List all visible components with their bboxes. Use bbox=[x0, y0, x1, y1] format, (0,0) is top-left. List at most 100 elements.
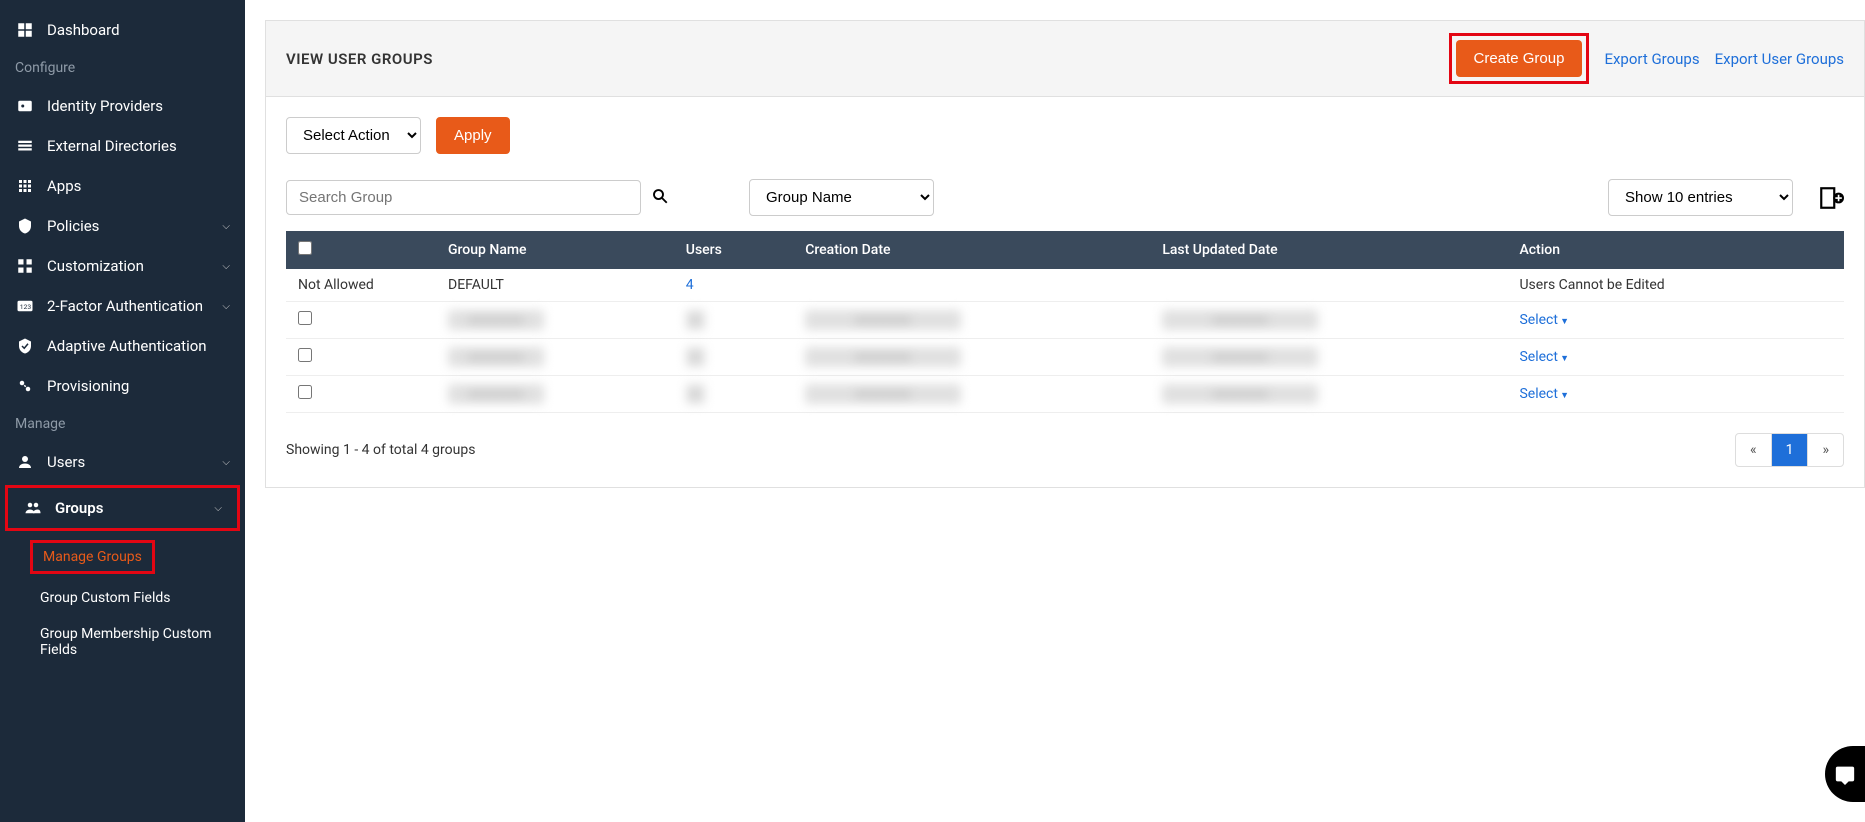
cell-users: x bbox=[674, 302, 793, 339]
sidebar-item-policies[interactable]: Policies ⌵ bbox=[0, 206, 245, 246]
cell-users: x bbox=[674, 339, 793, 376]
section-manage: Manage bbox=[0, 406, 245, 442]
select-all-checkbox[interactable] bbox=[298, 241, 312, 255]
create-group-button[interactable]: Create Group bbox=[1456, 40, 1583, 77]
cell-last-updated bbox=[1150, 269, 1507, 302]
search-icon[interactable] bbox=[651, 187, 669, 209]
users-count-link[interactable]: 4 bbox=[686, 277, 694, 293]
list-icon bbox=[15, 136, 35, 156]
col-action: Action bbox=[1507, 231, 1844, 269]
nav-label: Apps bbox=[47, 177, 230, 195]
entries-wrap: Show 10 entries bbox=[1608, 179, 1844, 216]
dashboard-icon bbox=[15, 20, 35, 40]
nav-label: Policies bbox=[47, 217, 222, 235]
pagination-next[interactable]: » bbox=[1808, 434, 1843, 466]
user-icon bbox=[15, 452, 35, 472]
col-group-name[interactable]: Group Name bbox=[436, 231, 674, 269]
customize-icon bbox=[15, 256, 35, 276]
table-row: xxxxxxxxxxxxxxxxxxxxxxxxxSelect bbox=[286, 376, 1844, 413]
groups-icon bbox=[23, 498, 43, 518]
pagination-page-1[interactable]: 1 bbox=[1772, 434, 1809, 466]
chevron-down-icon: ⌵ bbox=[214, 503, 222, 514]
sidebar-item-external-directories[interactable]: External Directories bbox=[0, 126, 245, 166]
cell-creation-date: xxxxxxxx bbox=[793, 339, 1150, 376]
cell-creation-date bbox=[793, 269, 1150, 302]
filter-by-dropdown[interactable]: Group Name bbox=[749, 179, 934, 216]
col-last-updated[interactable]: Last Updated Date bbox=[1150, 231, 1507, 269]
section-configure: Configure bbox=[0, 50, 245, 86]
row-checkbox[interactable] bbox=[298, 311, 312, 325]
cell-last-updated: xxxxxxxx bbox=[1150, 339, 1507, 376]
cell-group-name: DEFAULT bbox=[436, 269, 674, 302]
sidebar-item-identity-providers[interactable]: Identity Providers bbox=[0, 86, 245, 126]
export-user-groups-link[interactable]: Export User Groups bbox=[1715, 50, 1844, 68]
nav-label: Customization bbox=[47, 257, 222, 275]
row-check-text: Not Allowed bbox=[286, 269, 436, 302]
sidebar-item-users[interactable]: Users ⌵ bbox=[0, 442, 245, 482]
cell-group-name: xxxxxxxx bbox=[436, 339, 674, 376]
sidebar-item-apps[interactable]: Apps bbox=[0, 166, 245, 206]
sidebar-item-adaptive-auth[interactable]: Adaptive Authentication bbox=[0, 326, 245, 366]
groups-table: Group Name Users Creation Date Last Upda… bbox=[286, 231, 1844, 413]
chat-bubble-icon[interactable] bbox=[1825, 746, 1865, 802]
add-column-icon[interactable] bbox=[1818, 185, 1844, 211]
row-action-select[interactable]: Select bbox=[1519, 349, 1569, 365]
sidebar-subitem-group-membership-custom[interactable]: Group Membership Custom Fields bbox=[0, 616, 245, 668]
entries-select[interactable]: Show 10 entries bbox=[1608, 179, 1793, 216]
row-checkbox[interactable] bbox=[298, 348, 312, 362]
shield-check-icon bbox=[15, 336, 35, 356]
table-row: Not AllowedDEFAULT 4 Users Cannot be Edite… bbox=[286, 269, 1844, 302]
summary-text: Showing 1 - 4 of total 4 groups bbox=[286, 442, 475, 458]
panel-body: Select Action Apply Group Name Show bbox=[266, 97, 1864, 487]
search-input[interactable] bbox=[286, 180, 641, 215]
nav-label: Users bbox=[47, 453, 222, 471]
sidebar: Dashboard Configure Identity Providers E… bbox=[0, 0, 245, 822]
filter-row: Group Name Show 10 entries bbox=[286, 179, 1844, 216]
action-row: Select Action Apply bbox=[286, 117, 1844, 154]
nav-label: Identity Providers bbox=[47, 97, 230, 115]
cell-users: x bbox=[674, 376, 793, 413]
select-action-dropdown[interactable]: Select Action bbox=[286, 117, 421, 154]
chevron-down-icon: ⌵ bbox=[222, 457, 230, 468]
cell-creation-date: xxxxxxxx bbox=[793, 376, 1150, 413]
nav-label: 2-Factor Authentication bbox=[47, 297, 222, 315]
svg-text:123: 123 bbox=[20, 303, 32, 311]
chevron-down-icon: ⌵ bbox=[222, 221, 230, 232]
cell-creation-date: xxxxxxxx bbox=[793, 302, 1150, 339]
two-factor-icon: 123 bbox=[15, 296, 35, 316]
pagination-prev[interactable]: « bbox=[1736, 434, 1772, 466]
chevron-down-icon: ⌵ bbox=[222, 301, 230, 312]
sidebar-subitem-group-custom-fields[interactable]: Group Custom Fields bbox=[0, 580, 245, 616]
provisioning-icon bbox=[15, 376, 35, 396]
pagination: « 1 » bbox=[1735, 433, 1844, 467]
sidebar-item-groups[interactable]: Groups ⌵ bbox=[5, 485, 240, 531]
sidebar-item-dashboard[interactable]: Dashboard bbox=[0, 10, 245, 50]
shield-icon bbox=[15, 216, 35, 236]
row-checkbox[interactable] bbox=[298, 385, 312, 399]
nav-label: Groups bbox=[55, 499, 214, 517]
row-action-select[interactable]: Select bbox=[1519, 386, 1569, 402]
search-wrap bbox=[286, 180, 669, 215]
apps-icon bbox=[15, 176, 35, 196]
chevron-down-icon: ⌵ bbox=[222, 261, 230, 272]
nav-label: Provisioning bbox=[47, 377, 230, 395]
row-action-text: Users Cannot be Edited bbox=[1507, 269, 1844, 302]
sidebar-item-2fa[interactable]: 123 2-Factor Authentication ⌵ bbox=[0, 286, 245, 326]
nav-label: External Directories bbox=[47, 137, 230, 155]
apply-button[interactable]: Apply bbox=[436, 117, 510, 154]
panel: VIEW USER GROUPS Create Group Export Gro… bbox=[265, 20, 1865, 488]
col-users[interactable]: Users bbox=[674, 231, 793, 269]
table-row: xxxxxxxxxxxxxxxxxxxxxxxxxSelect bbox=[286, 339, 1844, 376]
sidebar-item-provisioning[interactable]: Provisioning bbox=[0, 366, 245, 406]
col-creation-date[interactable]: Creation Date bbox=[793, 231, 1150, 269]
cell-group-name: xxxxxxxx bbox=[436, 302, 674, 339]
cell-last-updated: xxxxxxxx bbox=[1150, 302, 1507, 339]
sidebar-item-customization[interactable]: Customization ⌵ bbox=[0, 246, 245, 286]
id-card-icon bbox=[15, 96, 35, 116]
export-groups-link[interactable]: Export Groups bbox=[1604, 50, 1699, 68]
nav-label: Adaptive Authentication bbox=[47, 337, 230, 355]
sidebar-subitem-manage-groups[interactable]: Manage Groups bbox=[30, 540, 155, 574]
cell-last-updated: xxxxxxxx bbox=[1150, 376, 1507, 413]
main-content: VIEW USER GROUPS Create Group Export Gro… bbox=[245, 0, 1865, 822]
row-action-select[interactable]: Select bbox=[1519, 312, 1569, 328]
